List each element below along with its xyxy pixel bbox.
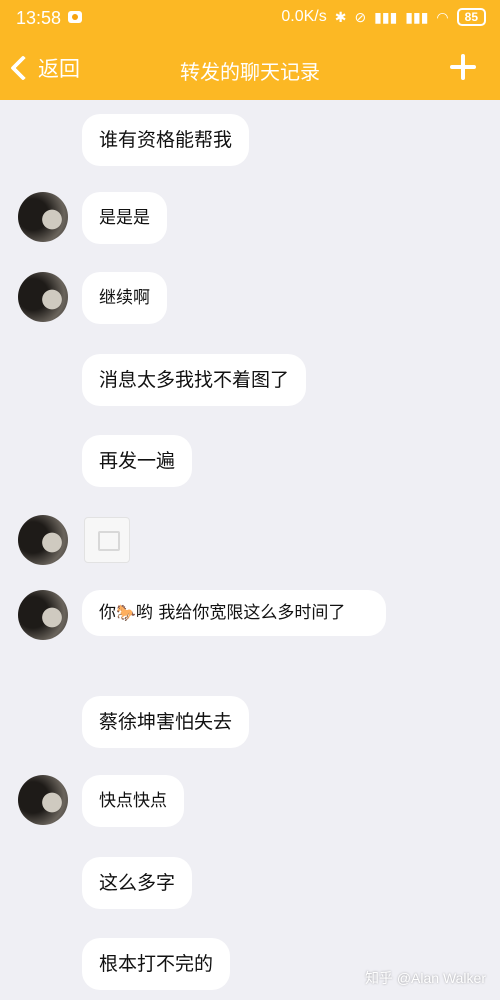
battery-indicator: 85 <box>456 8 486 26</box>
avatar[interactable] <box>18 775 68 825</box>
page-title: 转发的聊天记录 <box>180 60 320 84</box>
horse-icon: 🐎 <box>116 603 136 622</box>
eye-icon <box>68 11 82 23</box>
message-bubble[interactable]: 根本打不完的 <box>82 938 231 990</box>
net-speed: 0.0K/s <box>281 8 327 25</box>
bluetooth-icon: ✱ <box>334 9 347 25</box>
message-bubble[interactable]: 这么多字 <box>82 857 193 909</box>
plus-icon[interactable] <box>450 54 476 80</box>
message-bubble[interactable]: 继续啊 <box>82 272 167 324</box>
nav-bar: 返回 转发的聊天记录 <box>0 44 500 92</box>
signal-icon: ▮▮▮ <box>374 9 398 25</box>
avatar[interactable] <box>18 515 68 565</box>
avatar[interactable] <box>18 272 68 322</box>
avatar[interactable] <box>18 192 68 242</box>
top-bar: 13:58 0.0K/s ✱ ⊘ ▮▮▮ ▮▮▮ ◠ 85 返回 转发的聊天记录 <box>0 0 500 100</box>
status-bar: 13:58 0.0K/s ✱ ⊘ ▮▮▮ ▮▮▮ ◠ 85 <box>0 0 500 36</box>
status-time: 13:58 <box>16 8 62 28</box>
message-bubble[interactable]: 再发一遍 <box>82 435 193 487</box>
message-bubble[interactable]: 消息太多我找不着图了 <box>82 354 307 406</box>
watermark: 知乎 @Alan Walker <box>364 970 486 986</box>
alarm-off-icon: ⊘ <box>354 9 367 25</box>
message-text: 哟 我给你宽限这么多时间了 <box>135 603 346 623</box>
message-bubble[interactable]: 快点快点 <box>82 775 184 827</box>
status-icons: 0.0K/s ✱ ⊘ ▮▮▮ ▮▮▮ ◠ 85 <box>281 8 486 26</box>
image-placeholder-icon[interactable] <box>84 517 130 563</box>
wifi-icon: ◠ <box>436 9 449 25</box>
message-bubble[interactable]: 蔡徐坤害怕失去 <box>82 696 250 748</box>
message-bubble[interactable]: 谁有资格能帮我 <box>82 114 250 166</box>
message-text: 你 <box>99 603 116 623</box>
message-bubble[interactable]: 你🐎哟 我给你宽限这么多时间了 <box>82 590 386 636</box>
signal-icon: ▮▮▮ <box>405 9 429 25</box>
avatar[interactable] <box>18 590 68 640</box>
message-bubble[interactable]: 是是是 <box>82 192 167 244</box>
